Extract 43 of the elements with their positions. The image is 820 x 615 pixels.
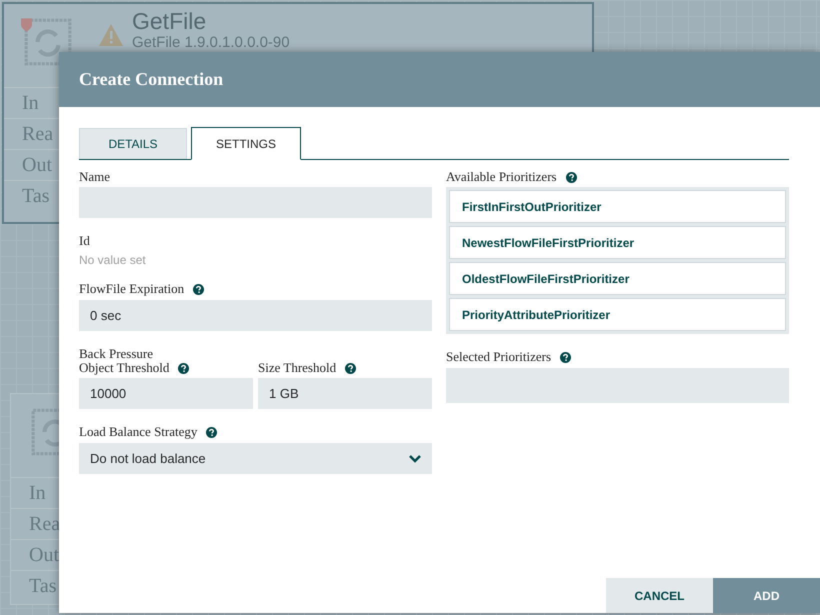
stat-label: Rea [22,122,54,147]
prioritizer-item[interactable]: PriorityAttributePrioritizer [449,298,786,331]
help-icon[interactable] [178,362,190,374]
processor-name: GetFile [132,10,206,33]
processor-type: GetFile 1.9.0.1.0.0.0-90 [132,35,290,50]
input-field[interactable] [79,187,432,218]
stat-label: Rea [29,512,60,537]
stat-label: In [29,481,46,506]
field-label: Back Pressure [79,347,154,361]
chevron-down-icon [409,454,421,462]
stat-label: Tas [29,574,56,599]
prioritizer-item[interactable]: OldestFlowFileFirstPrioritizer [449,262,786,295]
prioritizer-item[interactable]: NewestFlowFileFirstPrioritizer [449,226,786,259]
dialog-button[interactable]: CANCEL [606,578,713,613]
field-label: Load Balance Strategy [79,425,198,439]
field-label: Name [79,170,110,184]
processor-icon [29,406,59,458]
input-field[interactable]: 10000 [79,378,253,409]
field-label: Object Threshold [79,361,170,375]
tab[interactable]: DETAILS [79,128,187,159]
processor-icon [22,16,74,68]
field-label: FlowFile Expiration [79,282,184,296]
stat-label: Out [22,153,52,178]
field-label: Selected Prioritizers [446,350,552,364]
help-icon[interactable] [560,352,572,362]
help-icon[interactable] [206,426,218,438]
stat-label: Tas [22,184,50,209]
dialog-title: Create Connection [79,68,224,91]
shield-icon [21,18,32,32]
id-value: No value set [79,252,147,269]
stat-label: Out [29,543,59,568]
field-label: Available Prioritizers [446,170,557,184]
prioritizer-item[interactable]: FirstInFirstOutPrioritizer [449,190,786,223]
input-field[interactable]: 0 sec [79,300,432,331]
tab[interactable]: SETTINGS [191,127,301,160]
field-label: Id [79,234,90,248]
help-icon[interactable] [193,284,204,294]
field-label: Size Threshold [258,361,336,375]
input-field[interactable]: 1 GB [258,378,432,409]
select-field[interactable]: Do not load balance [79,443,432,474]
help-icon[interactable] [345,362,356,374]
help-icon[interactable] [566,172,577,182]
stat-label: In [22,91,39,116]
